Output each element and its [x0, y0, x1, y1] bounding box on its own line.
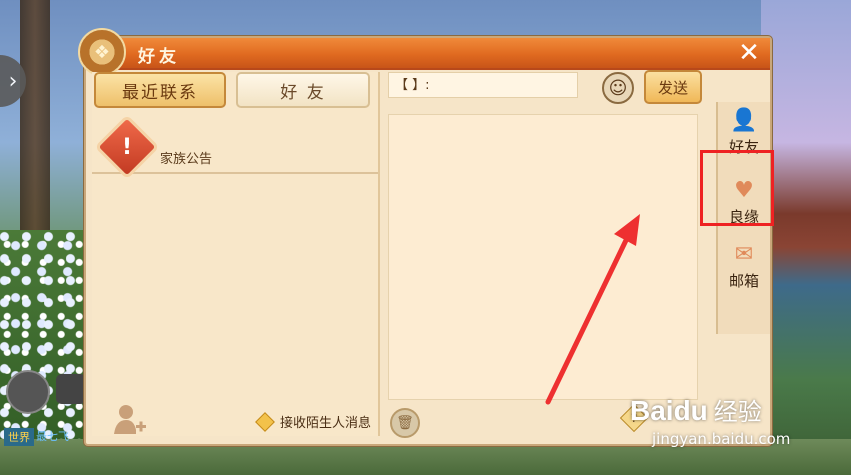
world-channel-message: 最七飞 [36, 430, 69, 443]
alert-icon: ! [94, 114, 160, 180]
world-channel-tag: 世界 [4, 428, 34, 446]
tab-friends[interactable]: 好 友 [236, 72, 370, 108]
contacts-panel: 最近联系 好 友 ! 家族公告 接收陌生人消息 [92, 72, 380, 436]
family-notice-label: 家族公告 [160, 152, 213, 167]
baidu-watermark: Baidu 经验 jingyan.baidu.com [630, 392, 790, 448]
receive-strangers-label: 接收陌生人消息 [280, 416, 372, 431]
background-pagoda [761, 0, 851, 475]
send-button[interactable]: 发送 [644, 70, 702, 104]
chat-input-field[interactable]: 【 】: [388, 72, 578, 98]
window-title: 好友 [138, 47, 180, 67]
red-arrow-icon [545, 214, 640, 405]
close-button[interactable]: ✕ [736, 40, 762, 66]
window-emblem-icon: ❖ [78, 28, 126, 76]
baidu-logo: Baidu [630, 395, 708, 426]
title-bar: ❖ 好友 ✕ [78, 28, 770, 76]
friends-window: ❖ 好友 ✕ 最近联系 好 友 ! 家族公告 接收陌生人消息 【 】: ☺ 发送… [78, 28, 772, 446]
player-avatar[interactable] [6, 370, 50, 414]
side-tab-mailbox[interactable]: ✉ 邮箱 [718, 236, 770, 298]
watermark-url: jingyan.baidu.com [652, 430, 791, 448]
emoji-icon[interactable]: ☺ [602, 72, 634, 104]
family-notice-item[interactable]: ! 家族公告 [92, 114, 378, 180]
receive-strangers-checkbox[interactable] [255, 412, 275, 432]
side-tab-mailbox-label: 邮箱 [728, 272, 759, 290]
friends-icon: 👤 [730, 108, 758, 133]
chat-bubble-button[interactable] [56, 374, 86, 404]
watermark-cn: 经验 [713, 398, 762, 426]
trash-icon[interactable]: 🗑 [390, 408, 420, 438]
mail-icon: ✉ [734, 242, 754, 267]
highlight-box [700, 150, 774, 226]
tab-recent-contacts[interactable]: 最近联系 [94, 72, 226, 108]
add-friend-icon[interactable] [112, 402, 148, 438]
